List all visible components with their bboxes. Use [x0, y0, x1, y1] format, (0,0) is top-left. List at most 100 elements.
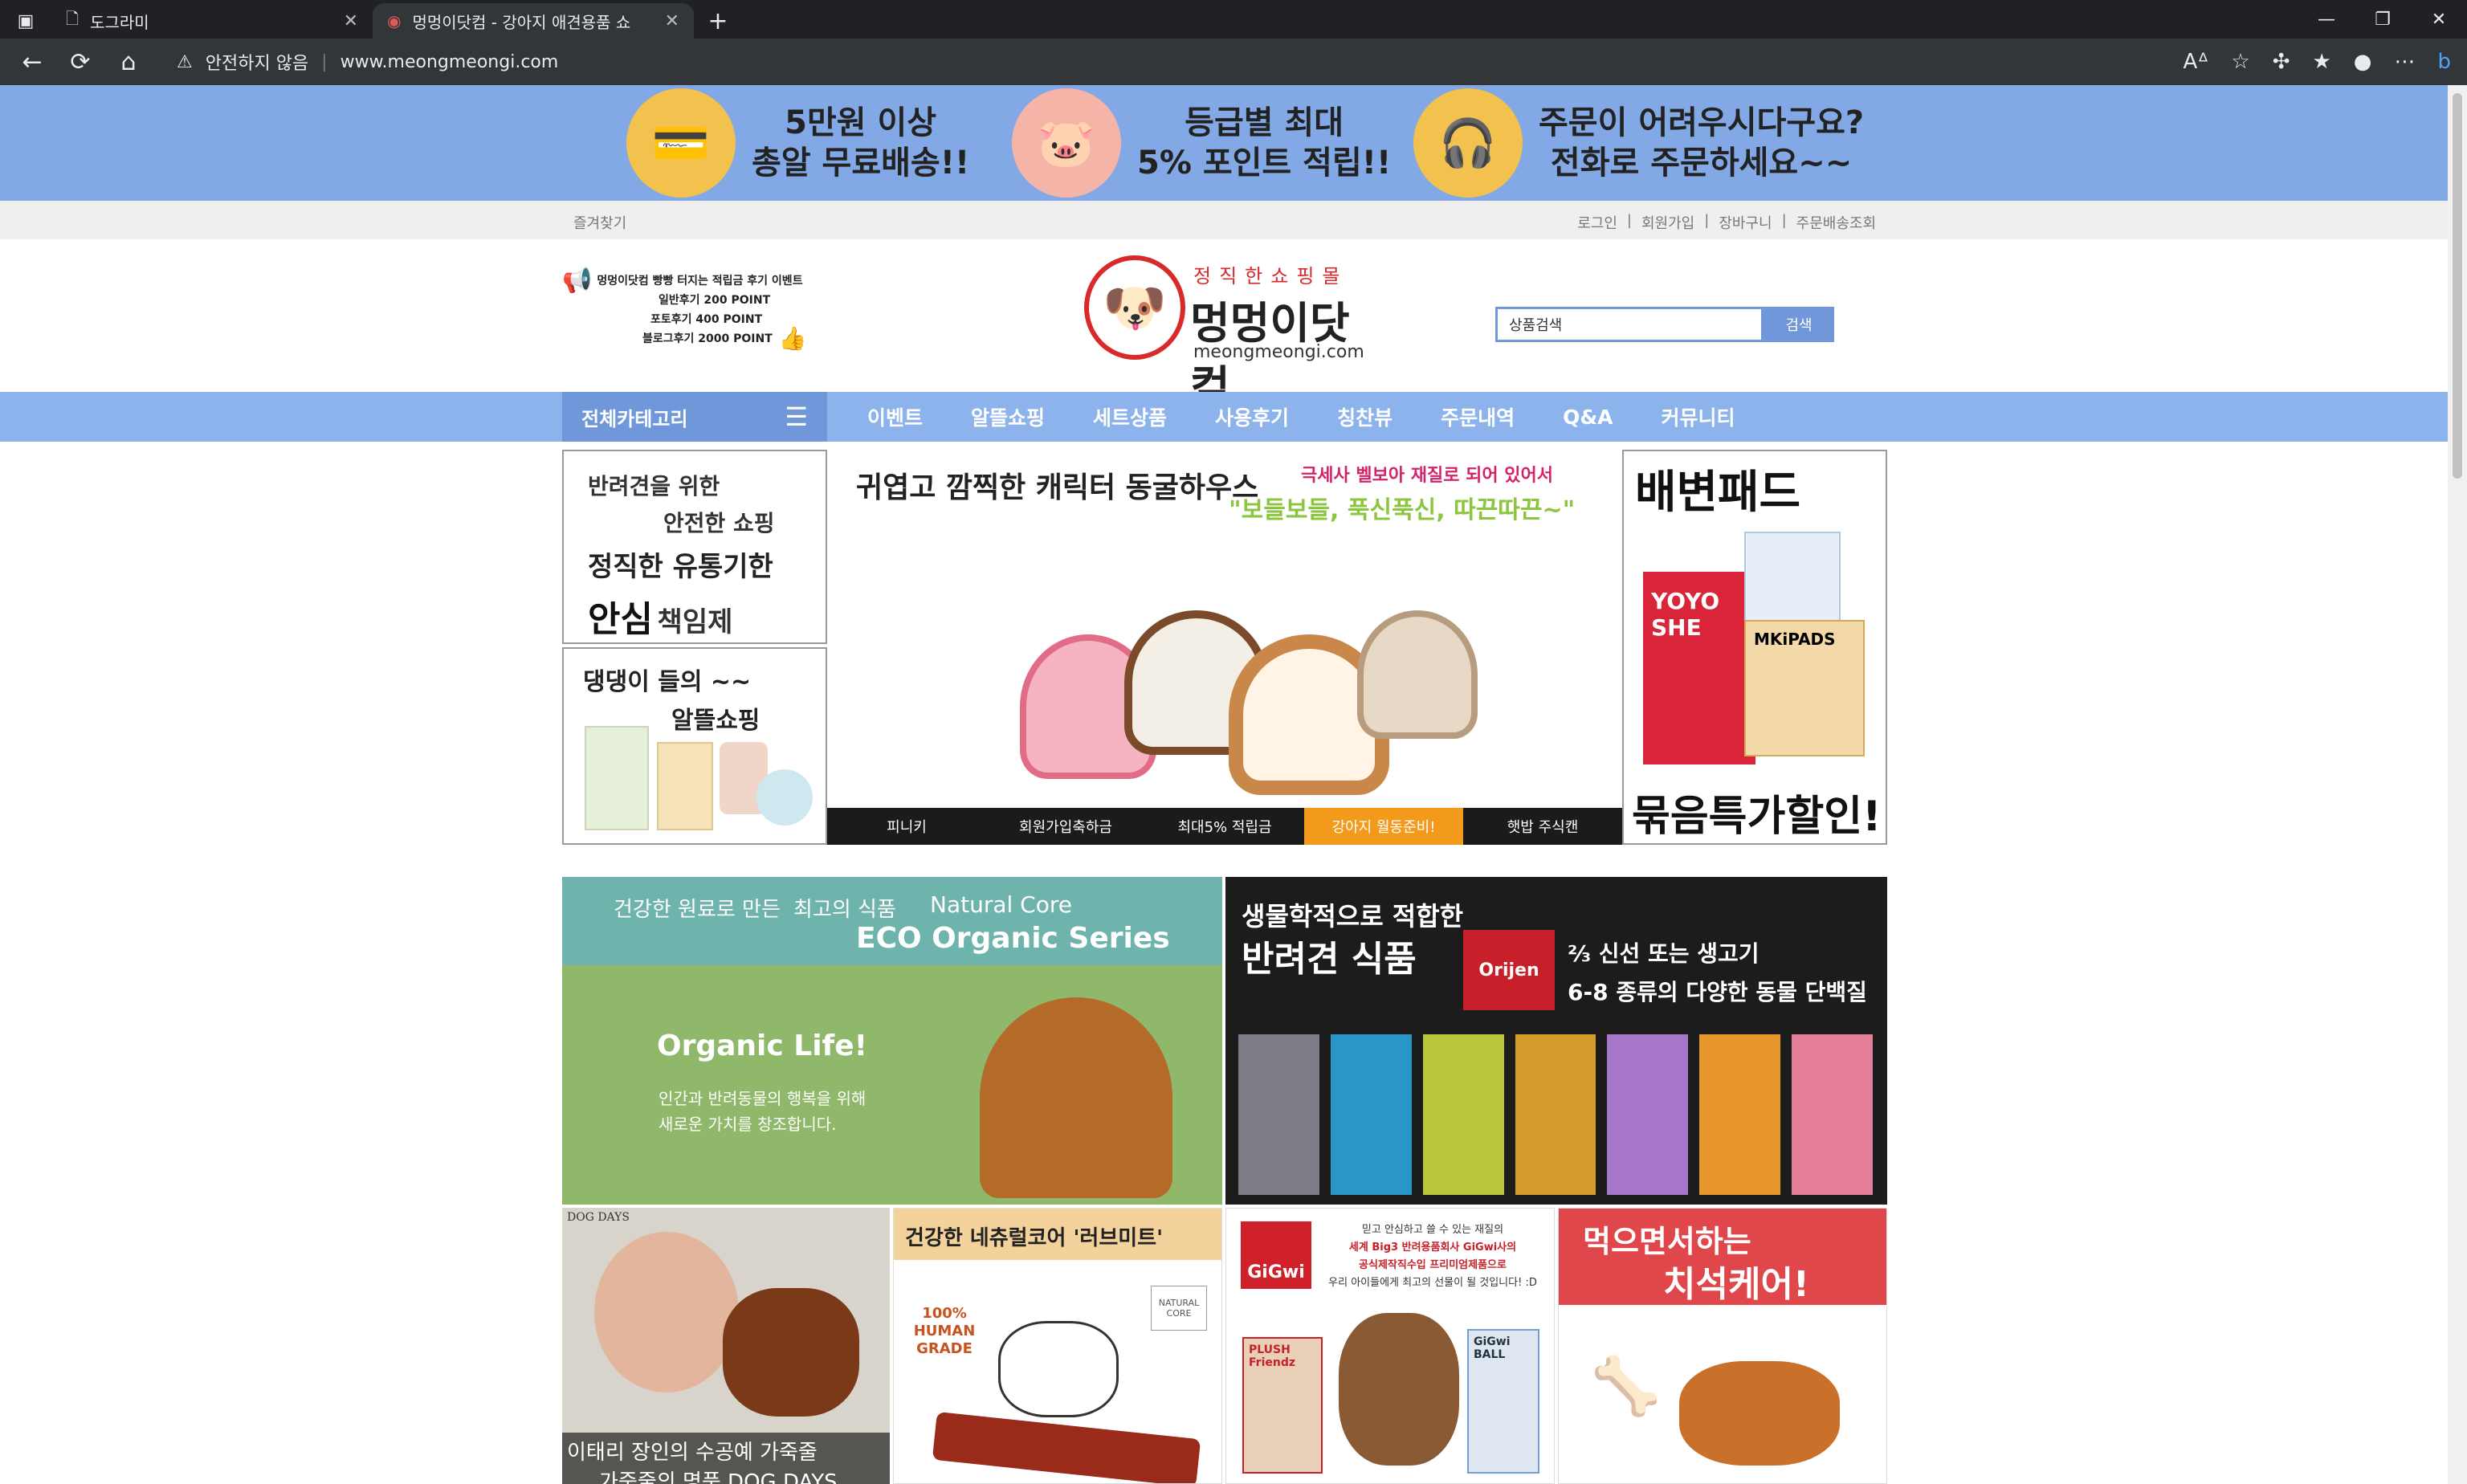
slider-tab[interactable]: 최대5% 적립금: [1145, 808, 1304, 845]
search-input[interactable]: [1495, 307, 1764, 342]
menu-item-praise[interactable]: 칭찬뷰: [1337, 402, 1393, 431]
promo-phone-order[interactable]: 🎧 주문이 어려우시다구요? 전화로 주문하세요~~: [1413, 88, 1864, 198]
tab-actions-icon[interactable]: ▣: [0, 3, 51, 39]
logo-slogan: 정직한쇼핑몰: [1193, 265, 1348, 287]
thrift-shopping-banner[interactable]: 댕댕이 들의 ~~ 알뜰쇼핑 ~~: [562, 647, 827, 845]
tab-title: 멍멍이닷컴 - 강아지 애견용품 쇼: [412, 12, 631, 32]
menu-item-event[interactable]: 이벤트: [867, 402, 923, 431]
menu-list: 이벤트 알뜰쇼핑 세트상품 사용후기 칭찬뷰 주문내역 Q&A 커뮤니티: [867, 392, 1735, 442]
menu-item-qna[interactable]: Q&A: [1563, 406, 1613, 429]
plush-toy-pack: PLUSH Friendz: [1242, 1337, 1323, 1474]
thumbs-up-icon: 👍: [778, 325, 807, 352]
product-bag-image: [657, 742, 713, 830]
caption-line: 가죽줄의 명품 DOG DAYS: [599, 1470, 838, 1484]
main-slider[interactable]: 귀엽고 깜찍한 캐릭터 동굴하우스 극세사 벨보아 재질로 되어 있어서 "보들…: [827, 450, 1622, 845]
browser-tab-1[interactable]: 🗋 도그라미 ✕: [51, 3, 373, 39]
separator: |: [1781, 212, 1787, 229]
slider-tab[interactable]: 피니키: [827, 808, 986, 845]
main-nav: 전체카테고리 ☰ 이벤트 알뜰쇼핑 세트상품 사용후기 칭찬뷰 주문내역 Q&A…: [0, 392, 2448, 442]
reload-icon[interactable]: ⟳: [56, 48, 104, 76]
banner-line: 안전한 쇼핑: [663, 510, 775, 536]
site-logo[interactable]: 🐶 정직한쇼핑몰 멍멍이닷컴 meongmeongi.com: [1084, 255, 1373, 412]
address-bar-row: ← ⟳ ⌂ ⚠ 안전하지 않음 | www.meongmeongi.com Aᐞ…: [0, 39, 2467, 85]
orijen-point: ⅔ 신선 또는 생고기: [1568, 940, 1760, 967]
more-icon[interactable]: ⋯: [2394, 50, 2415, 74]
love-meat-banner[interactable]: 건강한 네츄럴코어 '러브미트' 100% HUMAN GRADE NATURA…: [893, 1208, 1222, 1484]
review-event-banner[interactable]: 📢 멍멍이닷컴 빵빵 터지는 적립금 후기 이벤트 일반후기 200 POINT …: [562, 269, 827, 368]
search-button[interactable]: 검색: [1764, 307, 1834, 342]
pad-pack-red: YOYO SHE: [1643, 572, 1755, 764]
cart-link[interactable]: 장바구니: [1719, 212, 1772, 233]
browser-tab-bar: ▣ 🗋 도그라미 ✕ ◉ 멍멍이닷컴 - 강아지 애견용품 쇼 ✕ + — ❐ …: [0, 0, 2467, 39]
promo-points[interactable]: 🐷 등급별 최대 5% 포인트 적립!!: [1012, 88, 1391, 198]
eco-organic-banner[interactable]: 건강한 원료로 만든 최고의 식품 Natural Core ECO Organ…: [562, 877, 1222, 1205]
extensions-icon[interactable]: ✣: [2273, 50, 2290, 74]
menu-item-thrift[interactable]: 알뜰쇼핑: [971, 402, 1045, 431]
scrollbar-thumb[interactable]: [2453, 93, 2462, 479]
banner-line: 정직한 유통기한: [588, 551, 773, 583]
omnibox[interactable]: ⚠ 안전하지 않음 | www.meongmeongi.com: [177, 45, 2024, 79]
url-text[interactable]: www.meongmeongi.com: [340, 52, 559, 72]
menu-item-reviews[interactable]: 사용후기: [1215, 402, 1289, 431]
restore-icon[interactable]: ❐: [2355, 0, 2411, 39]
page-icon: 🗋: [66, 9, 80, 28]
orijen-banner[interactable]: 생물학적으로 적합한 반려견 식품 Orijen ⅔ 신선 또는 생고기 6-8…: [1225, 877, 1887, 1205]
human-grade-badge: 100% HUMAN GRADE: [908, 1305, 981, 1385]
event-line: 일반후기 200 POINT: [659, 294, 771, 307]
dental-care-banner[interactable]: 먹으면서하는 치석케어! 🦴: [1558, 1208, 1887, 1484]
favorites-link[interactable]: 즐겨찾기: [573, 212, 626, 233]
gigwi-logo: GiGwi: [1241, 1221, 1311, 1289]
orijen-bags: [1238, 1034, 1874, 1195]
menu-item-community[interactable]: 커뮤니티: [1662, 402, 1735, 431]
all-categories-button[interactable]: 전체카테고리 ☰: [562, 392, 827, 442]
close-icon[interactable]: ✕: [665, 11, 679, 31]
slider-tab[interactable]: 햇밥 주식캔: [1463, 808, 1622, 845]
favorites-icon[interactable]: ★: [2312, 50, 2330, 74]
add-favorite-icon[interactable]: ☆: [2231, 50, 2249, 74]
slider-tab[interactable]: 회원가입축하금: [986, 808, 1145, 845]
warning-icon: ⚠: [177, 51, 193, 72]
banner-line: 안심: [588, 599, 653, 640]
caption-line: 이태리 장인의 수공예 가죽줄: [567, 1441, 818, 1465]
badge-line: 100%: [922, 1305, 967, 1322]
slider-tabs: 피니키 회원가입축하금 최대5% 적립금 강아지 월동준비! 햇밥 주식캔: [827, 808, 1622, 845]
new-tab-button[interactable]: +: [694, 3, 742, 39]
event-title: 멍멍이닷컴 빵빵 터지는 적립금 후기 이벤트: [597, 275, 803, 287]
promo-line: 5만원 이상: [785, 104, 937, 141]
menu-item-orders[interactable]: 주문내역: [1441, 402, 1515, 431]
back-icon[interactable]: ←: [8, 48, 56, 76]
separator: |: [1704, 212, 1710, 229]
close-window-icon[interactable]: ✕: [2411, 0, 2467, 39]
dog-days-banner[interactable]: DOG DAYS 이태리 장인의 수공예 가죽줄 가죽줄의 명품 DOG DAY…: [562, 1208, 890, 1484]
hamburger-icon: ☰: [785, 402, 808, 432]
read-aloud-icon[interactable]: Aᐞ: [2183, 50, 2208, 74]
dog-mascot-icon: 🐶: [1084, 255, 1185, 360]
slider-tab-active[interactable]: 강아지 월동준비!: [1304, 808, 1463, 845]
menu-item-set[interactable]: 세트상품: [1093, 402, 1167, 431]
copilot-icon[interactable]: b: [2437, 50, 2451, 74]
browser-tab-2[interactable]: ◉ 멍멍이닷컴 - 강아지 애견용품 쇼 ✕: [373, 3, 694, 39]
cave-house-image: [940, 546, 1518, 803]
headset-icon: 🎧: [1413, 88, 1523, 198]
order-tracking-link[interactable]: 주문배송조회: [1796, 212, 1876, 233]
page-scrollbar[interactable]: [2448, 85, 2467, 1484]
pad-pack-orange: MKiPADS: [1744, 620, 1865, 756]
login-link[interactable]: 로그인: [1577, 212, 1617, 233]
signup-link[interactable]: 회원가입: [1641, 212, 1694, 233]
bone-icon: 🦴: [1591, 1353, 1662, 1419]
window-controls: — ❐ ✕: [2298, 0, 2467, 39]
promo-banner[interactable]: 💳 5만원 이상 총알 무료배송!! 🐷 등급별 최대 5% 포인트 적립!! 🎧 …: [0, 85, 2448, 201]
safe-shopping-banner[interactable]: 반려견을 위한 안전한 쇼핑 정직한 유통기한 안심 책임제: [562, 450, 827, 644]
gigwi-banner[interactable]: GiGwi 믿고 안심하고 쓸 수 있는 재질의 세계 Big3 반려용품회사 …: [1225, 1208, 1555, 1484]
home-icon[interactable]: ⌂: [104, 48, 153, 76]
promo-free-shipping[interactable]: 💳 5만원 이상 총알 무료배송!!: [626, 88, 969, 198]
orijen-title: 반려견 식품: [1242, 939, 1417, 980]
banner-line: 반려견을 위한: [588, 473, 720, 499]
close-icon[interactable]: ✕: [344, 11, 358, 31]
orijen-point: 6-8 종류의 다양한 동물 단백질: [1568, 979, 1867, 1005]
pee-pad-banner[interactable]: 배변패드 YOYO SHE MKiPADS 묶음특가할인!: [1622, 450, 1887, 845]
minimize-icon[interactable]: —: [2298, 0, 2355, 39]
security-label[interactable]: 안전하지 않음: [206, 49, 308, 75]
profile-icon[interactable]: ●: [2354, 50, 2372, 74]
eco-slogan: Organic Life!: [657, 1029, 868, 1062]
